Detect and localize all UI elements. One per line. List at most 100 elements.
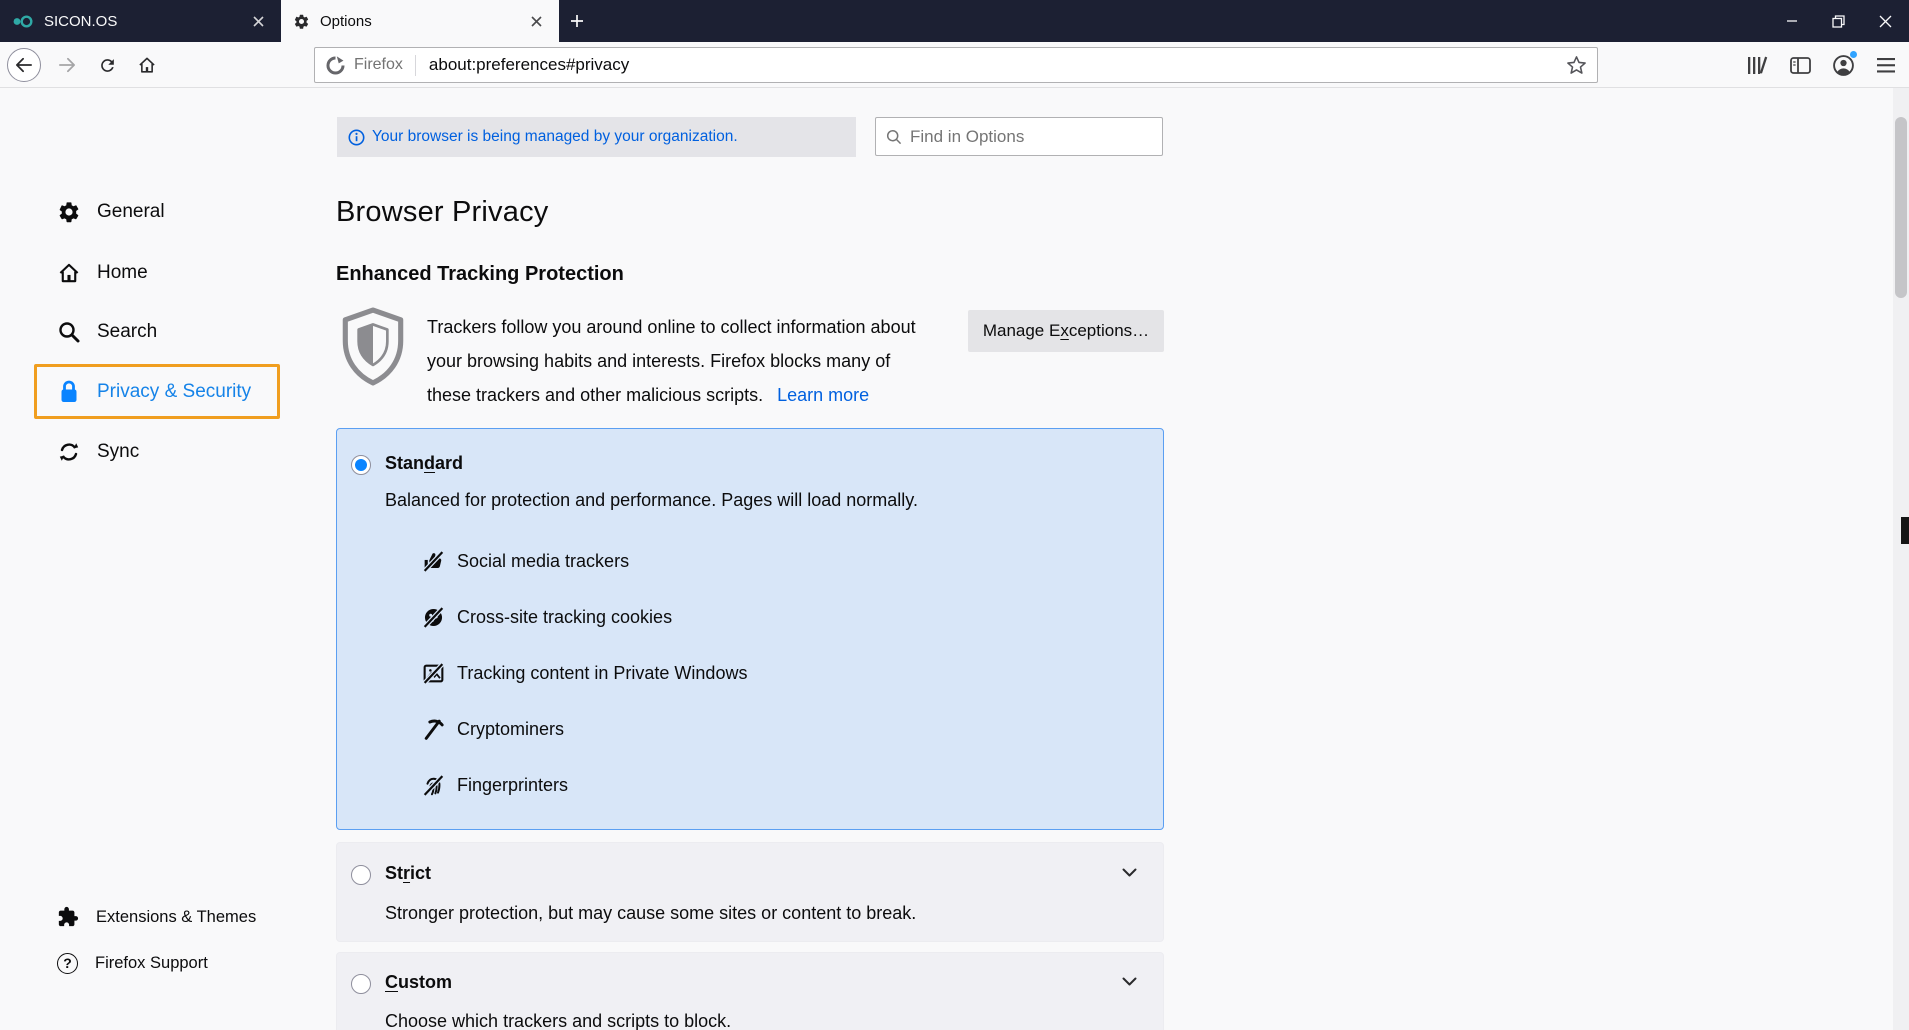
etp-option-strict[interactable]: Strict Stronger protection, but may caus… xyxy=(336,842,1164,942)
description-line: these trackers and other malicious scrip… xyxy=(427,385,763,405)
standard-label[interactable]: Standard xyxy=(385,453,463,474)
chevron-down-icon[interactable] xyxy=(1122,977,1137,986)
sidebar-item-firefox-support[interactable]: ? Firefox Support xyxy=(57,949,208,977)
library-icon xyxy=(1746,56,1768,75)
tab-options[interactable]: Options xyxy=(281,0,559,42)
browser-window: SICON.OS Options xyxy=(0,0,1909,1030)
radio-strict[interactable] xyxy=(351,865,371,885)
custom-description: Choose which trackers and scripts to blo… xyxy=(385,1011,731,1030)
scrollbar-thumb[interactable] xyxy=(1895,117,1907,298)
minimize-button[interactable] xyxy=(1768,0,1815,42)
fingerprint-blocked-icon xyxy=(421,773,446,798)
cookie-blocked-icon xyxy=(421,605,446,630)
gear-icon xyxy=(57,200,81,224)
etp-option-custom[interactable]: Custom Choose which trackers and scripts… xyxy=(336,952,1164,1030)
learn-more-link[interactable]: Learn more xyxy=(777,385,869,405)
blocked-item-cryptominers: Cryptominers xyxy=(421,715,564,743)
forward-button[interactable] xyxy=(50,48,84,82)
new-tab-button[interactable] xyxy=(559,0,595,42)
blocked-item-cookies: Cross-site tracking cookies xyxy=(421,603,672,631)
reload-icon xyxy=(98,56,117,75)
sidebar-item-extensions-themes[interactable]: Extensions & Themes xyxy=(57,903,256,931)
engine-label: Firefox xyxy=(354,56,403,74)
strict-label[interactable]: Strict xyxy=(385,863,431,884)
chevron-down-icon[interactable] xyxy=(1122,868,1137,877)
sidebar-item-label: General xyxy=(97,201,165,223)
policy-notification: Your browser is being managed by your or… xyxy=(337,117,856,157)
identity-box[interactable]: Firefox xyxy=(325,55,416,76)
pickaxe-icon xyxy=(421,717,446,742)
page-scrollbar[interactable] xyxy=(1893,88,1909,1030)
sidebar-item-label: Privacy & Security xyxy=(97,381,251,403)
notification-text: Your browser is being managed by your or… xyxy=(372,128,738,146)
tab-strip: SICON.OS Options xyxy=(0,0,1909,42)
home-button[interactable] xyxy=(130,48,164,82)
blocked-item-fingerprinters: Fingerprinters xyxy=(421,771,568,799)
puzzle-icon xyxy=(57,906,79,928)
sidebar-item-label: Home xyxy=(97,262,148,284)
blocked-item-label: Cryptominers xyxy=(457,719,564,740)
sidebar-item-label: Search xyxy=(97,321,157,343)
account-button[interactable] xyxy=(1825,48,1861,82)
forward-icon xyxy=(58,57,76,73)
minimize-icon xyxy=(1786,15,1798,27)
close-icon xyxy=(1879,15,1892,28)
sidebar-item-label: Firefox Support xyxy=(95,954,208,973)
manage-exceptions-button[interactable]: Manage Exceptions… xyxy=(968,310,1164,352)
find-in-options[interactable] xyxy=(875,117,1163,156)
strict-description: Stronger protection, but may cause some … xyxy=(385,903,916,924)
tab-title: Options xyxy=(320,13,515,30)
description-line: your browsing habits and interests. Fire… xyxy=(427,344,987,378)
home-icon xyxy=(137,56,157,75)
radio-custom[interactable] xyxy=(351,974,371,994)
close-icon[interactable] xyxy=(247,10,269,32)
blocked-item-label: Tracking content in Private Windows xyxy=(457,663,747,684)
sidebars-button[interactable] xyxy=(1782,48,1818,82)
blocked-item-social: Social media trackers xyxy=(421,547,629,575)
lock-icon xyxy=(57,379,81,405)
library-button[interactable] xyxy=(1739,48,1775,82)
image-blocked-icon xyxy=(421,661,446,686)
shield-icon xyxy=(339,307,407,387)
restore-button[interactable] xyxy=(1815,0,1862,42)
sync-icon xyxy=(57,440,81,464)
radio-standard[interactable] xyxy=(351,455,371,475)
blocked-item-label: Fingerprinters xyxy=(457,775,568,796)
standard-description: Balanced for protection and performance.… xyxy=(385,490,918,511)
url-text[interactable]: about:preferences#privacy xyxy=(416,55,1566,75)
blocked-item-label: Cross-site tracking cookies xyxy=(457,607,672,628)
close-window-button[interactable] xyxy=(1862,0,1909,42)
blocked-item-tracking-content: Tracking content in Private Windows xyxy=(421,659,747,687)
magnifier-icon xyxy=(886,129,902,145)
mouse-cursor xyxy=(1901,517,1909,544)
sidebar-item-home[interactable]: Home xyxy=(57,256,148,290)
url-bar[interactable]: Firefox about:preferences#privacy xyxy=(314,47,1598,83)
page-title: Browser Privacy xyxy=(336,196,549,229)
close-icon[interactable] xyxy=(525,10,547,32)
sidebar-item-sync[interactable]: Sync xyxy=(57,435,139,469)
sidebar-item-privacy-security[interactable]: Privacy & Security xyxy=(57,375,251,409)
blocked-item-label: Social media trackers xyxy=(457,551,629,572)
etp-option-standard[interactable]: Standard Balanced for protection and per… xyxy=(336,428,1164,830)
sidebar-item-general[interactable]: General xyxy=(57,195,165,229)
back-button[interactable] xyxy=(7,48,41,82)
tab-sicon-os[interactable]: SICON.OS xyxy=(0,0,281,42)
toolbar-right-icons xyxy=(1739,48,1904,82)
search-input[interactable] xyxy=(910,127,1152,147)
star-icon[interactable] xyxy=(1566,55,1587,76)
reload-button[interactable] xyxy=(90,48,124,82)
sidebar-panel-icon xyxy=(1790,57,1811,74)
custom-label[interactable]: Custom xyxy=(385,972,452,993)
etp-description: Trackers follow you around online to col… xyxy=(427,310,987,412)
home-icon xyxy=(57,262,81,285)
firefox-icon xyxy=(325,55,346,76)
menu-button[interactable] xyxy=(1868,48,1904,82)
description-line: Trackers follow you around online to col… xyxy=(427,310,987,344)
preferences-page: General Home Search Privacy & Security S… xyxy=(0,88,1909,1030)
question-icon: ? xyxy=(57,953,78,974)
social-blocked-icon xyxy=(421,549,446,574)
plus-icon xyxy=(570,14,584,28)
sidebar-item-search[interactable]: Search xyxy=(57,315,157,349)
search-icon xyxy=(57,320,81,344)
account-notification-dot xyxy=(1849,50,1858,59)
